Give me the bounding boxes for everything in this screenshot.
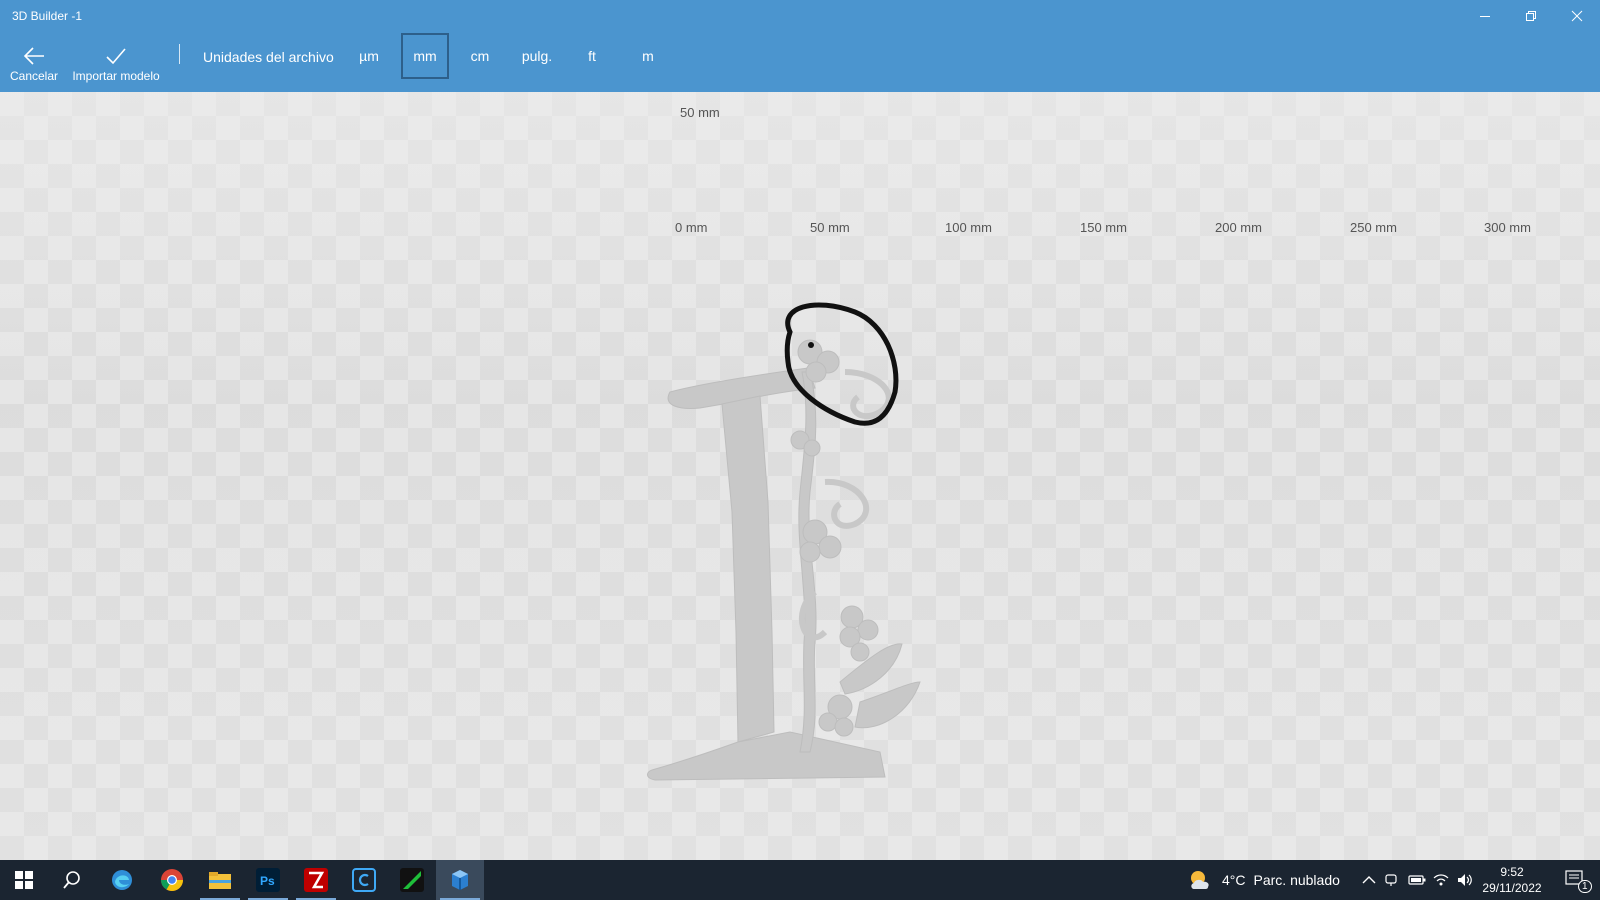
notification-center[interactable]: 1 — [1556, 860, 1596, 900]
close-button[interactable] — [1554, 0, 1600, 32]
chrome-icon — [161, 869, 183, 891]
taskbar-edge[interactable] — [98, 860, 146, 900]
unit-micrometer[interactable]: µm — [350, 33, 388, 79]
height-ruler-label: 50 mm — [680, 105, 720, 120]
tray-chevron[interactable] — [1362, 860, 1376, 900]
ruler-tick: 0 mm — [675, 220, 708, 235]
meet-now-icon — [1385, 874, 1397, 886]
clock[interactable]: 9:52 29/11/2022 — [1470, 864, 1554, 896]
start-button[interactable] — [0, 860, 48, 900]
edge-icon — [112, 870, 132, 890]
ruler-tick: 300 mm — [1484, 220, 1531, 235]
file-units-label: Unidades del archivo — [203, 49, 334, 65]
minimize-icon — [1480, 16, 1490, 17]
battery-icon — [1408, 875, 1426, 885]
filezilla-icon — [304, 868, 328, 892]
minimize-button[interactable] — [1462, 0, 1508, 32]
taskbar-green-app[interactable] — [388, 860, 436, 900]
weather-widget[interactable]: 4°C Parc. nublado — [1188, 860, 1340, 900]
search-icon — [63, 871, 80, 889]
tray-wifi[interactable] — [1432, 860, 1450, 900]
clock-time: 9:52 — [1500, 865, 1524, 879]
ruler-tick: 100 mm — [945, 220, 992, 235]
taskbar-c-app[interactable] — [340, 860, 388, 900]
import-model-label: Importar modelo — [72, 69, 160, 83]
cancel-label: Cancelar — [9, 69, 59, 83]
unit-centimeter[interactable]: cm — [461, 33, 499, 79]
back-arrow-icon — [23, 47, 44, 65]
annotation-circle — [784, 302, 899, 426]
close-icon — [1571, 10, 1583, 22]
svg-text:Ps: Ps — [260, 874, 275, 888]
annotation-dot — [808, 342, 814, 348]
weather-condition: Parc. nublado — [1253, 872, 1340, 888]
restore-button[interactable] — [1508, 0, 1554, 32]
unit-meter[interactable]: m — [629, 33, 667, 79]
unit-millimeter[interactable]: mm — [401, 33, 449, 79]
file-explorer-icon — [209, 872, 231, 889]
unit-inch[interactable]: pulg. — [515, 33, 559, 79]
checkmark-icon — [106, 48, 126, 65]
restore-icon — [1526, 11, 1536, 21]
chevron-up-icon — [1362, 876, 1376, 884]
windows-start-icon — [15, 871, 33, 889]
3d-builder-icon — [452, 870, 468, 890]
notification-count: 1 — [1578, 880, 1592, 893]
taskbar-file-explorer[interactable] — [196, 860, 244, 900]
tray-meet-now[interactable] — [1384, 860, 1400, 900]
weather-temp: 4°C — [1222, 872, 1246, 888]
3d-viewport[interactable]: 50 mm 0 mm 50 mm 100 mm 150 mm 200 mm 25… — [0, 92, 1600, 860]
clock-date: 29/11/2022 — [1482, 881, 1542, 895]
taskbar-photoshop[interactable]: Ps — [244, 860, 292, 900]
partly-cloudy-icon — [1191, 871, 1209, 889]
taskbar-filezilla[interactable] — [292, 860, 340, 900]
ruler-tick: 250 mm — [1350, 220, 1397, 235]
window-title: 3D Builder -1 — [12, 9, 83, 23]
ruler-tick: 50 mm — [810, 220, 850, 235]
taskbar: Ps 4°C Parc. nublado 9:52 29/11/2022 1 — [0, 860, 1600, 900]
tray-battery[interactable] — [1408, 860, 1426, 900]
import-model-button[interactable]: Importar modelo — [68, 32, 164, 92]
title-bar: 3D Builder -1 — [0, 0, 1600, 32]
toolbar: Cancelar Importar modelo Unidades del ar… — [0, 32, 1600, 92]
ruler-tick: 150 mm — [1080, 220, 1127, 235]
unit-foot[interactable]: ft — [573, 33, 611, 79]
cancel-button[interactable]: Cancelar — [8, 32, 60, 92]
green-app-icon — [400, 868, 424, 892]
3d-model-letter-i[interactable] — [640, 212, 940, 792]
wifi-icon — [1433, 874, 1449, 886]
toolbar-divider — [179, 44, 180, 64]
c-app-icon — [352, 868, 376, 892]
taskbar-3d-builder[interactable] — [436, 860, 484, 900]
photoshop-icon: Ps — [256, 868, 280, 892]
ruler-tick: 200 mm — [1215, 220, 1262, 235]
taskbar-chrome[interactable] — [148, 860, 196, 900]
search-button[interactable] — [48, 860, 96, 900]
